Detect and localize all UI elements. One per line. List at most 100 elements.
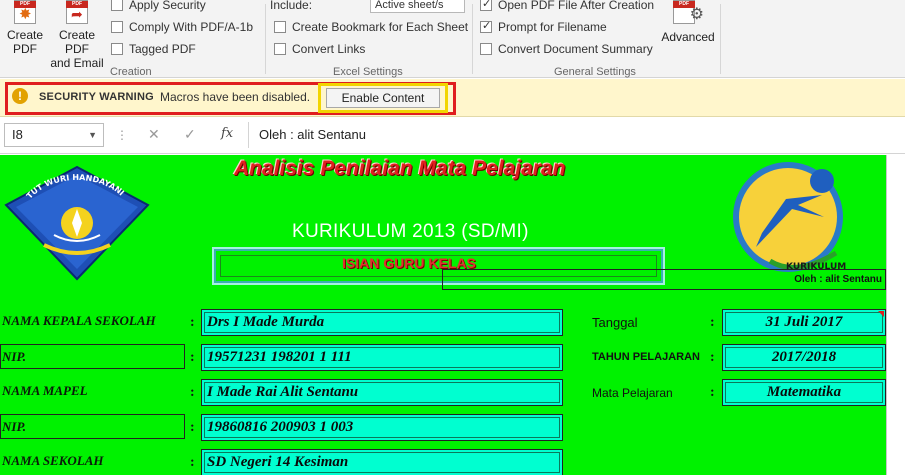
starburst-icon: ✸ [19, 6, 32, 23]
include-label: Include: [270, 0, 313, 12]
value-text: 2017/2018 [771, 349, 837, 365]
create-pdf-email-label-line2: and Email [50, 56, 104, 70]
value-cell-nama-mapel[interactable]: I Made Rai Alit Sentanu [201, 379, 563, 406]
value-text: I Made Rai Alit Sentanu [207, 384, 359, 400]
open-pdf-after-creation-checkbox[interactable]: Open PDF File After Creation [480, 0, 654, 13]
comply-pdfa-label: Comply With PDF/A-1b [129, 20, 254, 34]
colon: : [190, 420, 195, 435]
advanced-button[interactable]: PDF ⚙ Advanced [661, 0, 715, 44]
byline-cell[interactable]: Oleh : alit Sentanu [442, 269, 886, 290]
kurikulum-logo: KURIKULUM [733, 162, 846, 272]
field-label-mata-pelajaran: Mata Pelajaran [592, 386, 673, 400]
forward-arrow-icon: ➦ [71, 6, 83, 22]
apply-security-checkbox[interactable]: Apply Security [111, 0, 206, 13]
colon: : [190, 350, 195, 365]
value-cell-nama-sekolah[interactable]: SD Negeri 14 Kesiman [201, 449, 563, 475]
label-cell[interactable] [0, 414, 185, 439]
value-text: 31 Juli 2017 [765, 314, 843, 330]
checkbox-box[interactable] [274, 43, 286, 55]
field-label-tahun-pelajaran: TAHUN PELAJARAN [592, 351, 700, 363]
colon: : [190, 455, 195, 470]
tagged-pdf-label: Tagged PDF [129, 42, 196, 56]
field-label-nip-guru: NIP. [2, 419, 26, 434]
include-dropdown[interactable]: Active sheet/s [370, 0, 465, 13]
label-cell[interactable] [0, 344, 185, 369]
security-warning-message: Macros have been disabled. [160, 90, 311, 104]
value-text: Drs I Made Murda [207, 314, 325, 330]
sheet-edge-strip [886, 155, 905, 475]
prompt-filename-label: Prompt for Filename [498, 20, 607, 34]
value-text: Matematika [766, 384, 842, 400]
value-text: 19571231 198201 1 111 [207, 349, 352, 365]
create-bookmark-checkbox[interactable]: Create Bookmark for Each Sheet [274, 19, 468, 35]
value-cell-tahun-pelajaran[interactable]: 2017/2018 [722, 344, 886, 371]
general-settings-group-label: General Settings [554, 66, 636, 78]
create-pdf-label-line2: PDF [13, 42, 37, 56]
gear-icon: ⚙ [689, 6, 704, 23]
field-label-kepala-sekolah: NAMA KEPALA SEKOLAH [2, 313, 156, 328]
value-cell-nip-kepsek[interactable]: 19571231 198201 1 111 [201, 344, 563, 371]
prompt-for-filename-checkbox[interactable]: Prompt for Filename [480, 19, 607, 35]
field-label-nip-kepsek: NIP. [2, 349, 26, 364]
convert-document-summary-checkbox[interactable]: Convert Document Summary [480, 41, 653, 57]
name-box-value: I8 [12, 127, 23, 142]
colon: : [710, 385, 715, 400]
group-separator [265, 4, 266, 74]
tagged-pdf-checkbox[interactable]: Tagged PDF [111, 41, 196, 57]
worksheet[interactable]: TUT WURI HANDAYANI KURIKULUM Analisis Pe… [0, 155, 905, 475]
insert-function-icon[interactable]: fx [221, 126, 233, 141]
ribbon: PDF ✸ Create PDF PDF ➦ Create PDF and Em… [0, 0, 905, 78]
enter-icon[interactable]: ✓ [184, 126, 196, 143]
convert-links-checkbox[interactable]: Convert Links [274, 41, 365, 57]
security-warning-title: SECURITY WARNING [39, 91, 154, 103]
group-separator [472, 4, 473, 74]
convert-summary-label: Convert Document Summary [498, 42, 653, 56]
enable-content-button[interactable]: Enable Content [326, 88, 440, 108]
value-cell-mata-pelajaran[interactable]: Matematika [722, 379, 886, 406]
checkbox-box[interactable] [480, 0, 492, 11]
create-pdf-button[interactable]: PDF ✸ Create PDF [6, 0, 44, 56]
field-label-nama-sekolah: NAMA SEKOLAH [2, 453, 104, 468]
colon: : [190, 385, 195, 400]
cancel-icon[interactable]: ✕ [148, 126, 160, 143]
advanced-icon: PDF ⚙ [673, 0, 704, 24]
comment-indicator [878, 311, 884, 317]
sheet-title: Analisis Penilaian Mata Pelajaran [234, 157, 566, 180]
checkbox-box[interactable] [480, 43, 492, 55]
resize-handle-icon[interactable]: ⋮ [116, 128, 128, 142]
sheet-subtitle: KURIKULUM 2013 (SD/MI) [292, 221, 529, 242]
create-pdf-label-line1: Create [6, 28, 44, 42]
creation-group-label: Creation [110, 66, 152, 78]
comply-pdfa-checkbox[interactable]: Comply With PDF/A-1b [111, 19, 253, 35]
advanced-label: Advanced [661, 30, 715, 44]
value-text: 19860816 200903 1 003 [207, 419, 354, 435]
checkbox-box[interactable] [480, 19, 492, 33]
chevron-down-icon[interactable]: ▼ [88, 124, 97, 146]
create-pdf-icon: PDF ✸ [14, 0, 36, 24]
tut-wuri-handayani-logo: TUT WURI HANDAYANI [4, 165, 150, 281]
open-pdf-label: Open PDF File After Creation [498, 0, 655, 12]
value-cell-kepala-sekolah[interactable]: Drs I Made Murda [201, 309, 563, 336]
colon: : [710, 350, 715, 365]
value-cell-nip-guru[interactable]: 19860816 200903 1 003 [201, 414, 563, 441]
checkbox-box[interactable] [274, 21, 286, 33]
byline-text: Oleh : alit Sentanu [794, 274, 882, 285]
formula-input[interactable]: Oleh : alit Sentanu [259, 127, 366, 142]
apply-security-label: Apply Security [129, 0, 206, 12]
formula-bar: I8 ▼ ⋮ ✕ ✓ fx Oleh : alit Sentanu [0, 118, 905, 154]
formula-separator [248, 122, 249, 148]
checkbox-box[interactable] [111, 43, 123, 55]
checkbox-box[interactable] [111, 0, 123, 11]
security-warning-bar: ! SECURITY WARNING Macros have been disa… [0, 79, 905, 117]
value-cell-tanggal[interactable]: 31 Juli 2017 [722, 309, 886, 336]
field-label-tanggal: Tanggal [592, 315, 638, 330]
colon: : [710, 315, 715, 330]
name-box[interactable]: I8 ▼ [4, 123, 104, 147]
create-pdf-email-label-line1: Create PDF [58, 28, 96, 56]
create-pdf-and-email-button[interactable]: PDF ➦ Create PDF and Email [46, 0, 108, 70]
create-bookmark-label: Create Bookmark for Each Sheet [292, 20, 469, 34]
excel-settings-group-label: Excel Settings [333, 66, 403, 78]
create-pdf-email-icon: PDF ➦ [66, 0, 88, 24]
checkbox-box[interactable] [111, 21, 123, 33]
colon: : [190, 315, 195, 330]
